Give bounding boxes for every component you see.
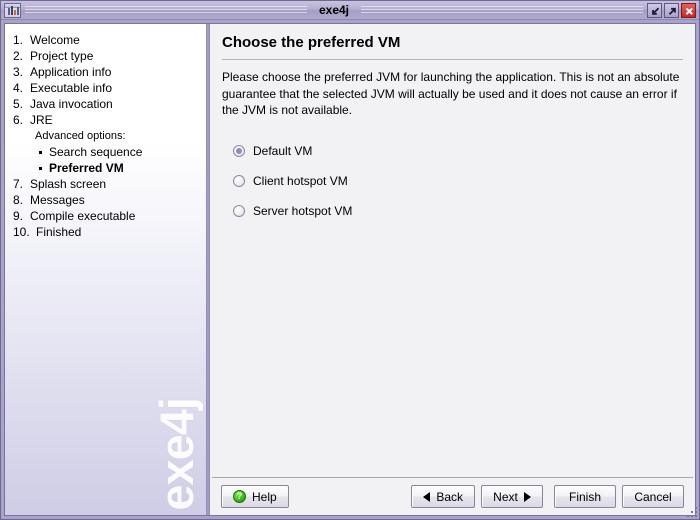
- help-button[interactable]: ? Help: [221, 485, 289, 508]
- next-button[interactable]: Next: [481, 485, 543, 508]
- main-panel: Choose the preferred VM Please choose th…: [210, 23, 696, 516]
- step-number: 1.: [13, 33, 24, 47]
- window-controls: [647, 2, 696, 18]
- maximize-button[interactable]: [664, 2, 679, 18]
- arrow-up-right-icon: [668, 7, 676, 15]
- sidebar-item-splash-screen[interactable]: 7. Splash screen: [13, 176, 206, 192]
- wizard-step-list: 1. Welcome 2. Project type 3. Applicatio…: [5, 24, 206, 240]
- application-window-icon: [4, 2, 21, 18]
- back-button-label: Back: [436, 489, 463, 504]
- title-separator: [222, 59, 683, 60]
- sidebar-item-executable-info[interactable]: 4. Executable info: [13, 80, 206, 96]
- main-content: Choose the preferred VM Please choose th…: [210, 24, 695, 477]
- close-x-icon: [685, 7, 693, 15]
- sidebar-item-application-info[interactable]: 3. Application info: [13, 64, 206, 80]
- radio-label: Client hotspot VM: [253, 173, 348, 188]
- step-label: Application info: [30, 65, 112, 79]
- step-number: 8.: [13, 193, 24, 207]
- step-number: 10.: [13, 225, 30, 239]
- close-button[interactable]: [681, 2, 696, 18]
- finish-button-label: Finish: [568, 489, 601, 504]
- step-number: 9.: [13, 209, 24, 223]
- step-label: Messages: [30, 193, 85, 207]
- help-button-label: Help: [252, 489, 277, 504]
- window-title: exe4j: [318, 3, 350, 17]
- sidebar-item-compile-executable[interactable]: 9. Compile executable: [13, 208, 206, 224]
- step-number: 7.: [13, 177, 24, 191]
- arrow-down-left-icon: [652, 7, 660, 15]
- sidebar-item-java-invocation[interactable]: 5. Java invocation: [13, 96, 206, 112]
- sidebar-item-project-type[interactable]: 2. Project type: [13, 48, 206, 64]
- radio-option-server-hotspot-vm[interactable]: Server hotspot VM: [233, 203, 683, 219]
- wizard-step-sidebar: 1. Welcome 2. Project type 3. Applicatio…: [4, 23, 206, 516]
- triangle-right-icon: [523, 491, 531, 502]
- radio-button-icon[interactable]: [233, 174, 245, 187]
- step-number: 4.: [13, 81, 24, 95]
- sidebar-item-welcome[interactable]: 1. Welcome: [13, 32, 206, 48]
- step-label: Welcome: [30, 33, 80, 47]
- titlebar-stripes-left: [25, 4, 307, 17]
- radio-option-default-vm[interactable]: Default VM: [233, 143, 683, 159]
- cancel-button[interactable]: Cancel: [622, 485, 684, 508]
- title-bar[interactable]: exe4j: [1, 1, 699, 20]
- step-number: 5.: [13, 97, 24, 111]
- advanced-options-heading: Advanced options:: [35, 130, 126, 142]
- sub-item-label: Search sequence: [49, 145, 143, 159]
- minimize-button[interactable]: [647, 2, 662, 18]
- sidebar-item-search-sequence[interactable]: Search sequence: [13, 144, 206, 160]
- radio-label: Server hotspot VM: [253, 203, 353, 218]
- next-button-label: Next: [493, 489, 518, 504]
- step-label: Project type: [30, 49, 94, 63]
- step-label: Compile executable: [30, 209, 136, 223]
- radio-button-icon[interactable]: [233, 204, 245, 217]
- step-number: 2.: [13, 49, 24, 63]
- window-body: 1. Welcome 2. Project type 3. Applicatio…: [1, 20, 699, 519]
- titlebar-stripes-right: [361, 4, 643, 17]
- step-label: JRE: [30, 113, 53, 127]
- step-label: Executable info: [30, 81, 113, 95]
- step-label: Finished: [36, 225, 82, 239]
- cancel-button-label: Cancel: [634, 489, 672, 504]
- radio-option-client-hotspot-vm[interactable]: Client hotspot VM: [233, 173, 683, 189]
- bullet-icon: [39, 150, 42, 154]
- step-label: Splash screen: [30, 177, 107, 191]
- step-label: Java invocation: [30, 97, 113, 111]
- step-number: 3.: [13, 65, 24, 79]
- wizard-button-bar: ? Help Back Next Finish Cancel: [212, 477, 693, 515]
- navigation-buttons: Back Next: [411, 485, 543, 508]
- bullet-icon: [39, 166, 42, 170]
- resize-grip[interactable]: [685, 505, 697, 517]
- finish-button[interactable]: Finish: [554, 485, 616, 508]
- action-buttons: Finish Cancel: [554, 485, 684, 508]
- sidebar-item-finished[interactable]: 10. Finished: [13, 224, 206, 240]
- triangle-left-icon: [423, 491, 431, 502]
- step-number: 6.: [13, 113, 24, 127]
- vm-option-radio-group: Default VM Client hotspot VM Server hots…: [222, 143, 683, 219]
- back-button[interactable]: Back: [411, 485, 475, 508]
- radio-button-icon[interactable]: [233, 144, 245, 157]
- sub-item-label: Preferred VM: [49, 161, 124, 175]
- application-window: exe4j 1. Welcome 2. Project type 3. Appl…: [0, 0, 700, 520]
- exe4j-watermark: exe4j: [150, 398, 203, 511]
- sidebar-item-messages[interactable]: 8. Messages: [13, 192, 206, 208]
- page-title: Choose the preferred VM: [222, 34, 401, 51]
- page-description: Please choose the preferred JVM for laun…: [222, 70, 680, 117]
- radio-label: Default VM: [253, 143, 313, 158]
- help-question-icon: ?: [233, 490, 246, 503]
- sidebar-item-preferred-vm[interactable]: Preferred VM: [13, 160, 206, 176]
- sidebar-item-jre[interactable]: 6. JRE: [13, 112, 206, 128]
